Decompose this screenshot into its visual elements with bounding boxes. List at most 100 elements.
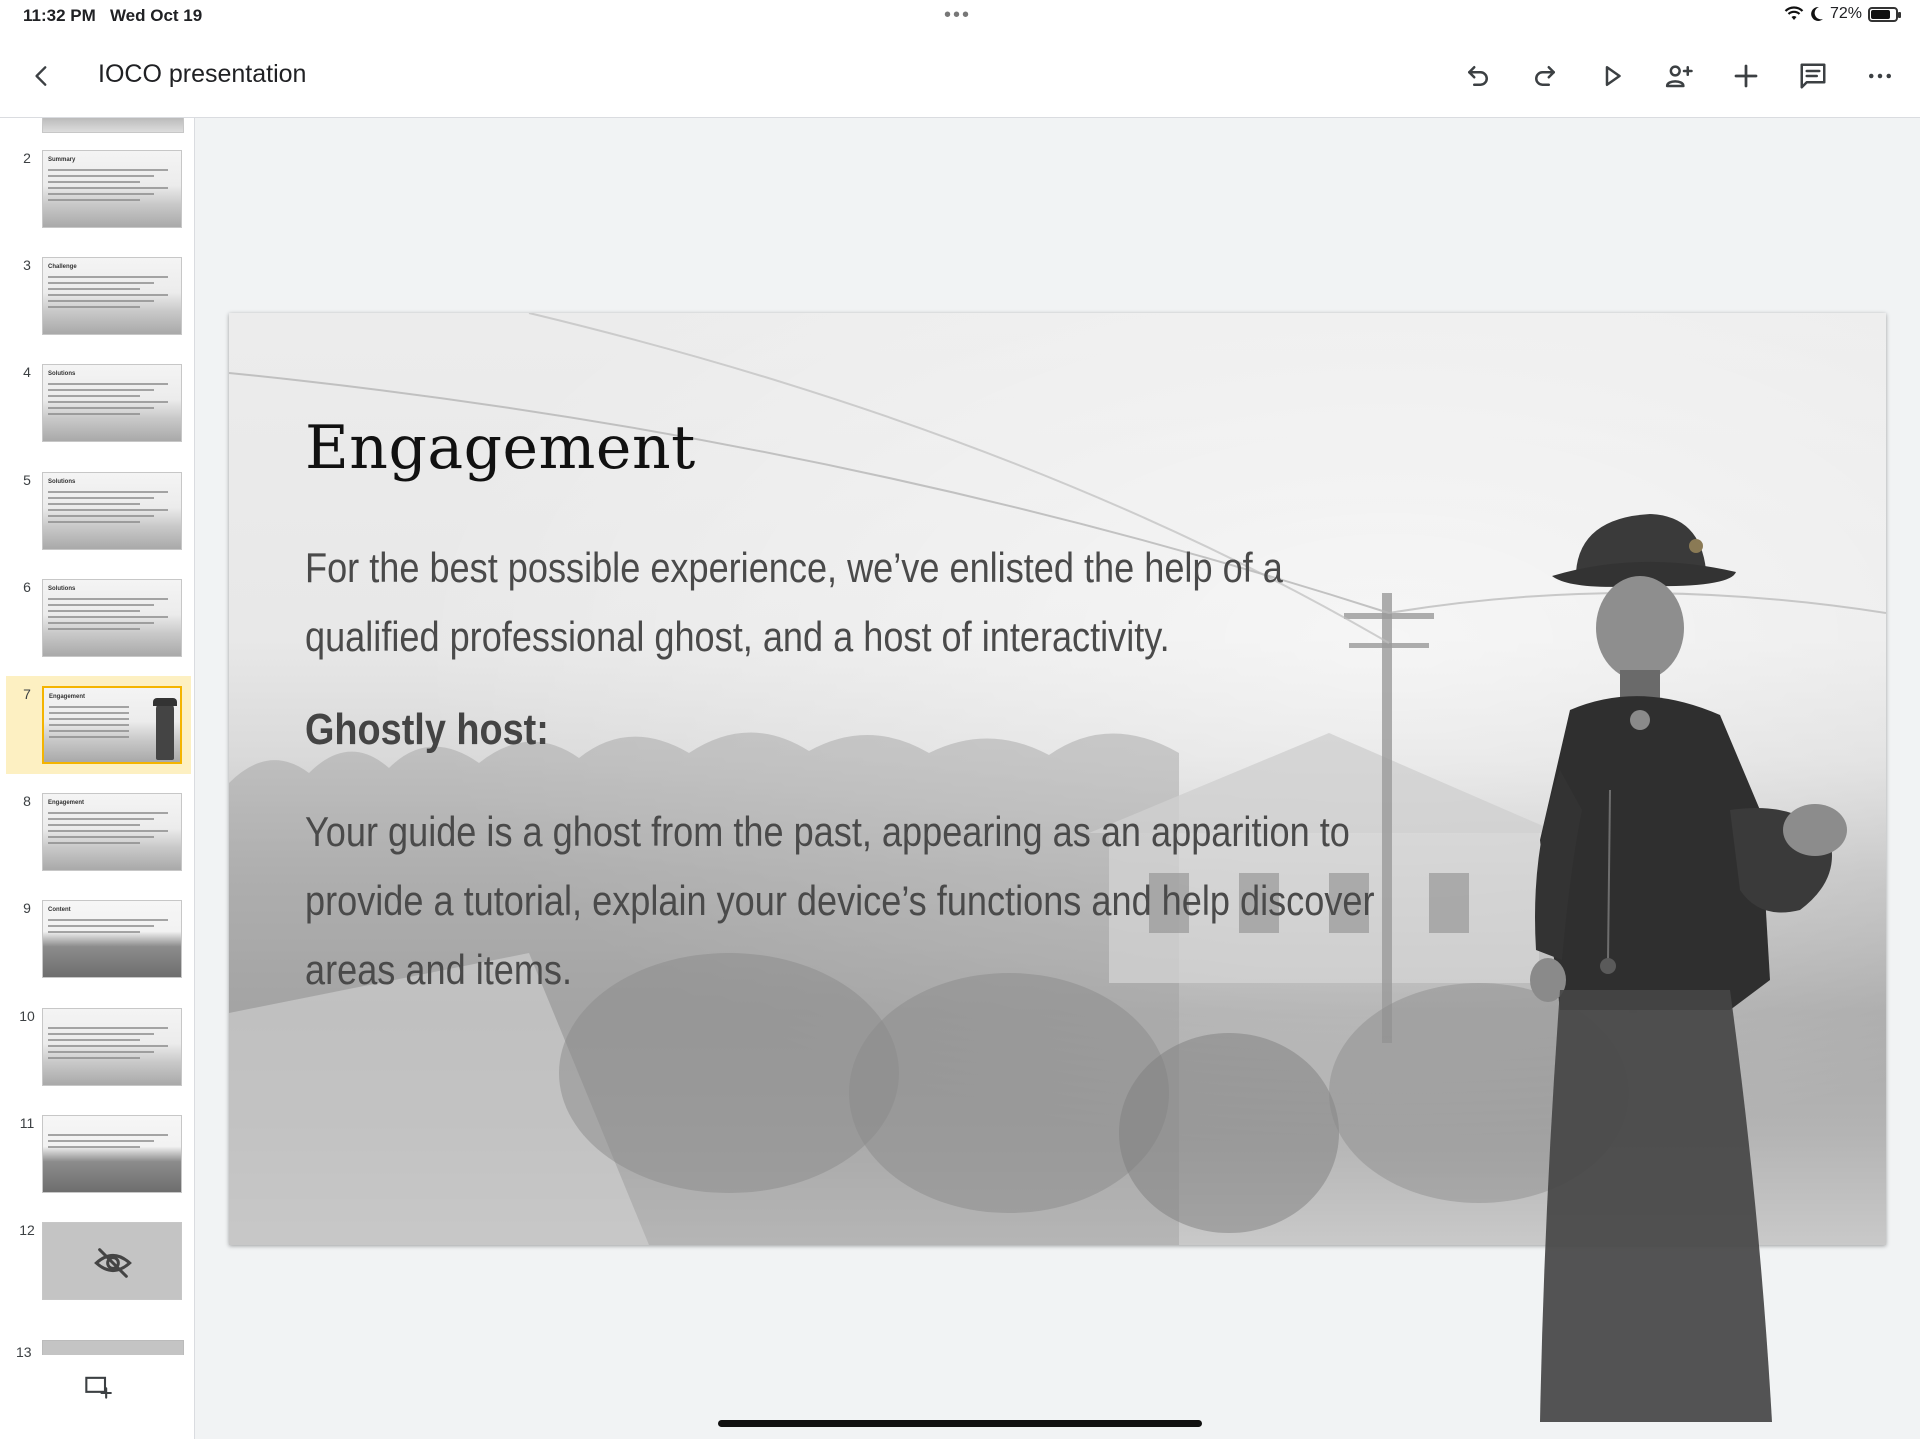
thumbnail-text-line [48, 1044, 168, 1047]
thumbnail-text-line [48, 824, 140, 827]
time-text: 11:32 PM [23, 6, 96, 25]
back-button[interactable] [22, 56, 62, 96]
more-icon [1869, 73, 1891, 79]
battery-icon [1868, 6, 1901, 22]
thumbnail-text-line [48, 621, 154, 624]
slide-thumbnail-9[interactable]: 9 Content [6, 890, 191, 988]
thumbnail-text-line [48, 520, 140, 523]
slide-number: 13 [16, 1344, 32, 1360]
slide-thumbnail-10[interactable]: 10 [6, 998, 191, 1096]
present-button[interactable] [1590, 54, 1634, 98]
insert-button[interactable] [1724, 54, 1768, 98]
slide-preview[interactable] [42, 1114, 182, 1193]
thumbnail-text-line [48, 925, 154, 928]
thumbnail-text-line [48, 919, 168, 922]
thumbnail-text-line [48, 395, 140, 398]
thumbnail-text-line [48, 288, 140, 291]
slide-title[interactable]: Engagement [305, 413, 696, 483]
thumbnail-title: Solutions [48, 371, 76, 378]
thumbnail-text-line [48, 1133, 168, 1136]
thumbnail-text-line [48, 282, 154, 285]
status-bar: 11:32 PM Wed Oct 19 ••• 72% [0, 0, 1920, 34]
thumbnail-text-line [48, 300, 154, 303]
slide-thumbnail-4[interactable]: 4 Solutions [6, 354, 191, 452]
thumbnail-text-line [48, 836, 154, 839]
thumbnail-text-line [48, 1056, 140, 1059]
redo-icon [1535, 66, 1555, 86]
slide-preview[interactable]: Engagement [42, 793, 182, 872]
thumbnail-text-line [48, 276, 168, 279]
thumbnail-title: Challenge [48, 264, 77, 271]
thumbnail-text-line [48, 812, 168, 815]
slide-preview[interactable]: Solutions [42, 364, 182, 443]
thumbnail-text-line [49, 736, 129, 738]
share-button[interactable] [1657, 54, 1701, 98]
slide-preview[interactable]: Summary [42, 150, 182, 228]
multitasking-dots-icon[interactable]: ••• [944, 4, 971, 27]
slide-number: 3 [23, 257, 31, 274]
thumbnail-text-line [48, 1032, 154, 1035]
ghost-host-image[interactable] [1500, 510, 1860, 1425]
play-icon [1605, 66, 1621, 86]
thumbnail-title: Content [48, 907, 71, 914]
slide-thumbnail-3[interactable]: 3 Challenge [6, 247, 191, 345]
thumbnail-title: Solutions [48, 585, 76, 592]
comments-button[interactable] [1791, 54, 1835, 98]
thumbnail-text-line [48, 842, 140, 845]
thumbnail-text-line [48, 615, 168, 618]
thumbnail-text-line [48, 490, 168, 493]
thumbnail-text-line [48, 496, 154, 499]
slide-thumbnail-7[interactable]: 7 Engagement [6, 676, 191, 774]
slide-thumbnail-6[interactable]: 6 Solutions [6, 569, 191, 667]
status-right: 72% [1784, 5, 1901, 23]
document-title[interactable]: IOCO presentation [98, 60, 306, 89]
slide-thumbnail-12[interactable]: 12 [6, 1212, 191, 1310]
slide-preview[interactable]: Solutions [42, 578, 182, 657]
moon-icon [1811, 6, 1823, 21]
thumbnail-text-line [49, 724, 129, 726]
thumbnail-text-line [49, 706, 129, 708]
thumbnail-text-line [48, 169, 168, 171]
slide-preview[interactable]: Solutions [42, 471, 182, 550]
slide-preview[interactable]: Content [42, 900, 182, 979]
slide-preview[interactable]: Challenge [42, 257, 182, 336]
thumbnail-text-line [48, 1139, 154, 1142]
home-indicator[interactable] [718, 1420, 1202, 1427]
toolbar [1456, 54, 1902, 98]
undo-button[interactable] [1456, 54, 1500, 98]
slide-thumbnail-11[interactable]: 11 [6, 1105, 191, 1203]
thumbnail-text-line [48, 508, 168, 511]
slide-subheading[interactable]: Ghostly host: [305, 705, 549, 755]
add-slide-icon [85, 1376, 112, 1399]
thumbnail-ghost-image [153, 698, 177, 760]
slide-thumbnail-partial[interactable] [42, 1340, 184, 1355]
slide-thumbnail-8[interactable]: 8 Engagement [6, 783, 191, 881]
thumbnail-text-line [48, 609, 140, 612]
battery-percent: 72% [1829, 5, 1862, 22]
thumbnail-text-line [48, 175, 154, 177]
thumbnail-text-line [48, 1145, 140, 1148]
slide-thumbnail-partial[interactable] [42, 118, 184, 133]
slide-filmstrip[interactable]: 2 Summary 3 Challenge 4 Solutions 5 Solutions 6 S… [0, 118, 195, 1439]
slide-number: 2 [23, 150, 31, 166]
slide-preview[interactable]: Engagement [42, 686, 182, 764]
slide-thumbnail-2[interactable]: 2 Summary [6, 140, 191, 238]
thumbnail-title: Engagement [48, 800, 85, 807]
slide-preview[interactable] [42, 1007, 182, 1086]
thumbnail-text-line [48, 830, 168, 833]
slide-body-text[interactable]: Your guide is a ghost from the past, app… [305, 797, 1397, 1004]
wifi-icon [1784, 6, 1804, 20]
more-button[interactable] [1858, 54, 1902, 98]
eye-off-icon [94, 1248, 132, 1278]
slide-number: 4 [23, 364, 31, 381]
thumbnail-text-line [48, 407, 154, 410]
slide-thumbnail-5[interactable]: 5 Solutions [6, 462, 191, 560]
new-slide-button[interactable] [80, 1368, 116, 1404]
thumbnail-text-line [48, 193, 154, 195]
slide-intro-text[interactable]: For the best possible experience, we’ve … [305, 533, 1397, 671]
slide-number: 12 [19, 1222, 35, 1238]
slide-preview[interactable] [42, 1222, 182, 1300]
slide-number: 10 [19, 1007, 35, 1024]
thumbnail-title: Summary [48, 157, 76, 163]
redo-button[interactable] [1523, 54, 1567, 98]
